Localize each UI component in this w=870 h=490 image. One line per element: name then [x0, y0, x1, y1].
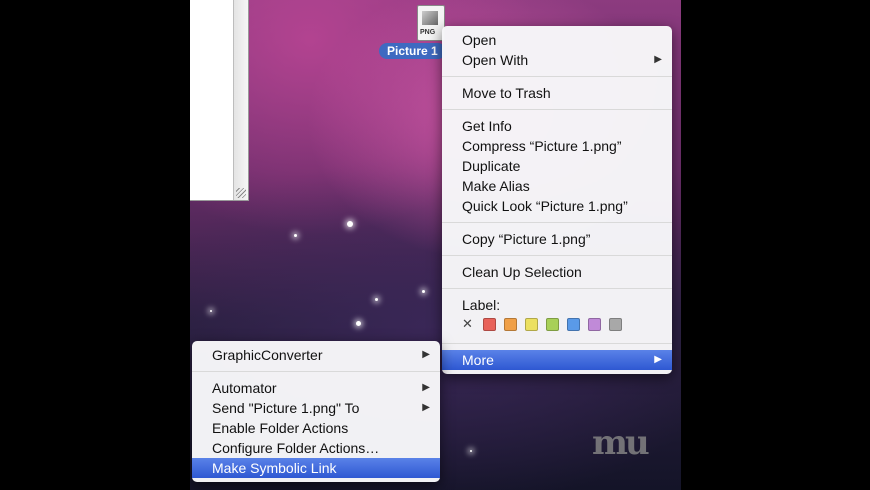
menu-item-label: More — [462, 352, 494, 368]
menu-item-label: Compress “Picture 1.png” — [462, 138, 622, 154]
submenu-arrow-icon: ▶ — [422, 349, 430, 360]
label-color-swatch[interactable] — [587, 317, 601, 331]
star — [375, 298, 378, 301]
menu-item-label: Make Symbolic Link — [212, 460, 337, 476]
menu-item[interactable]: Duplicate — [442, 156, 672, 176]
file-ext: PNG — [420, 29, 436, 36]
submenu-arrow-icon: ▶ — [654, 54, 662, 65]
star — [356, 321, 361, 326]
menu-item-label: GraphicConverter — [212, 347, 323, 363]
menu-separator — [442, 222, 672, 223]
menu-item-label: Configure Folder Actions… — [212, 440, 380, 456]
star — [347, 221, 353, 227]
menu-item-label: Quick Look “Picture 1.png” — [462, 198, 628, 214]
label-color-swatch[interactable] — [608, 317, 622, 331]
menu-separator — [192, 371, 440, 372]
label-colors: ✕ — [442, 315, 672, 337]
more-submenu: GraphicConverter ▶ Automator ▶ Send "Picture… — [192, 341, 440, 482]
label-color-swatch[interactable] — [545, 317, 559, 331]
menu-item-label: Move to Trash — [462, 85, 551, 101]
star — [422, 290, 425, 293]
menu-separator — [442, 343, 672, 344]
menu-item[interactable]: Send "Picture 1.png" To ▶ — [192, 398, 440, 418]
menu-item-label: Make Alias — [462, 178, 530, 194]
menu-item[interactable]: Make Alias — [442, 176, 672, 196]
menu-item[interactable]: Get Info — [442, 116, 672, 136]
menu-item[interactable]: Copy “Picture 1.png” — [442, 229, 672, 249]
menu-item-label: Duplicate — [462, 158, 521, 174]
menu-item[interactable]: Clean Up Selection — [442, 262, 672, 282]
label-color-swatch[interactable] — [566, 317, 580, 331]
watermark-logo: mu — [592, 423, 650, 463]
submenu-arrow-icon: ▶ — [654, 354, 662, 365]
menu-separator — [442, 109, 672, 110]
menu-item[interactable]: GraphicConverter ▶ — [192, 345, 440, 365]
resize-grip-icon[interactable] — [236, 188, 246, 198]
star — [470, 450, 472, 452]
finder-window[interactable] — [190, 0, 249, 201]
menu-item[interactable]: Enable Folder Actions — [192, 418, 440, 438]
scrollbar[interactable] — [233, 0, 248, 200]
no-label-icon[interactable]: ✕ — [462, 316, 473, 332]
menu-item[interactable]: Quick Look “Picture 1.png” — [442, 196, 672, 216]
menu-separator — [442, 76, 672, 77]
menu-item-label: Get Info — [462, 118, 512, 134]
menu-item-label: Send "Picture 1.png" To — [212, 400, 360, 416]
menu-item[interactable]: Open — [442, 30, 672, 50]
menu-separator — [442, 255, 672, 256]
menu-item[interactable]: Compress “Picture 1.png” — [442, 136, 672, 156]
menu-item[interactable]: More ▶ — [442, 350, 672, 370]
menu-item[interactable]: Move to Trash — [442, 83, 672, 103]
menu-separator — [442, 288, 672, 289]
submenu-arrow-icon: ▶ — [422, 402, 430, 413]
menu-item-label: Clean Up Selection — [462, 264, 582, 280]
menu-item[interactable]: Make Symbolic Link — [192, 458, 440, 478]
label-color-swatch[interactable] — [524, 317, 538, 331]
menu-item[interactable]: Open With ▶ — [442, 50, 672, 70]
label-color-swatch[interactable] — [482, 317, 496, 331]
label-heading: Label: — [462, 297, 501, 313]
star — [294, 234, 297, 237]
menu-item-label: Open With — [462, 52, 529, 68]
context-menu: Open Open With ▶ Move to Trash Get Info Compr… — [442, 26, 672, 374]
menu-item-label: Open — [462, 32, 497, 48]
label-color-swatch[interactable] — [503, 317, 517, 331]
menu-item[interactable]: Automator ▶ — [192, 378, 440, 398]
submenu-arrow-icon: ▶ — [422, 382, 430, 393]
menu-item-label: Enable Folder Actions — [212, 420, 349, 436]
file-name-label[interactable]: Picture 1 — [379, 43, 446, 59]
menu-item-label: Automator — [212, 380, 277, 396]
menu-item[interactable]: Configure Folder Actions… — [192, 438, 440, 458]
star — [210, 310, 212, 312]
menu-item-label: Copy “Picture 1.png” — [462, 231, 591, 247]
